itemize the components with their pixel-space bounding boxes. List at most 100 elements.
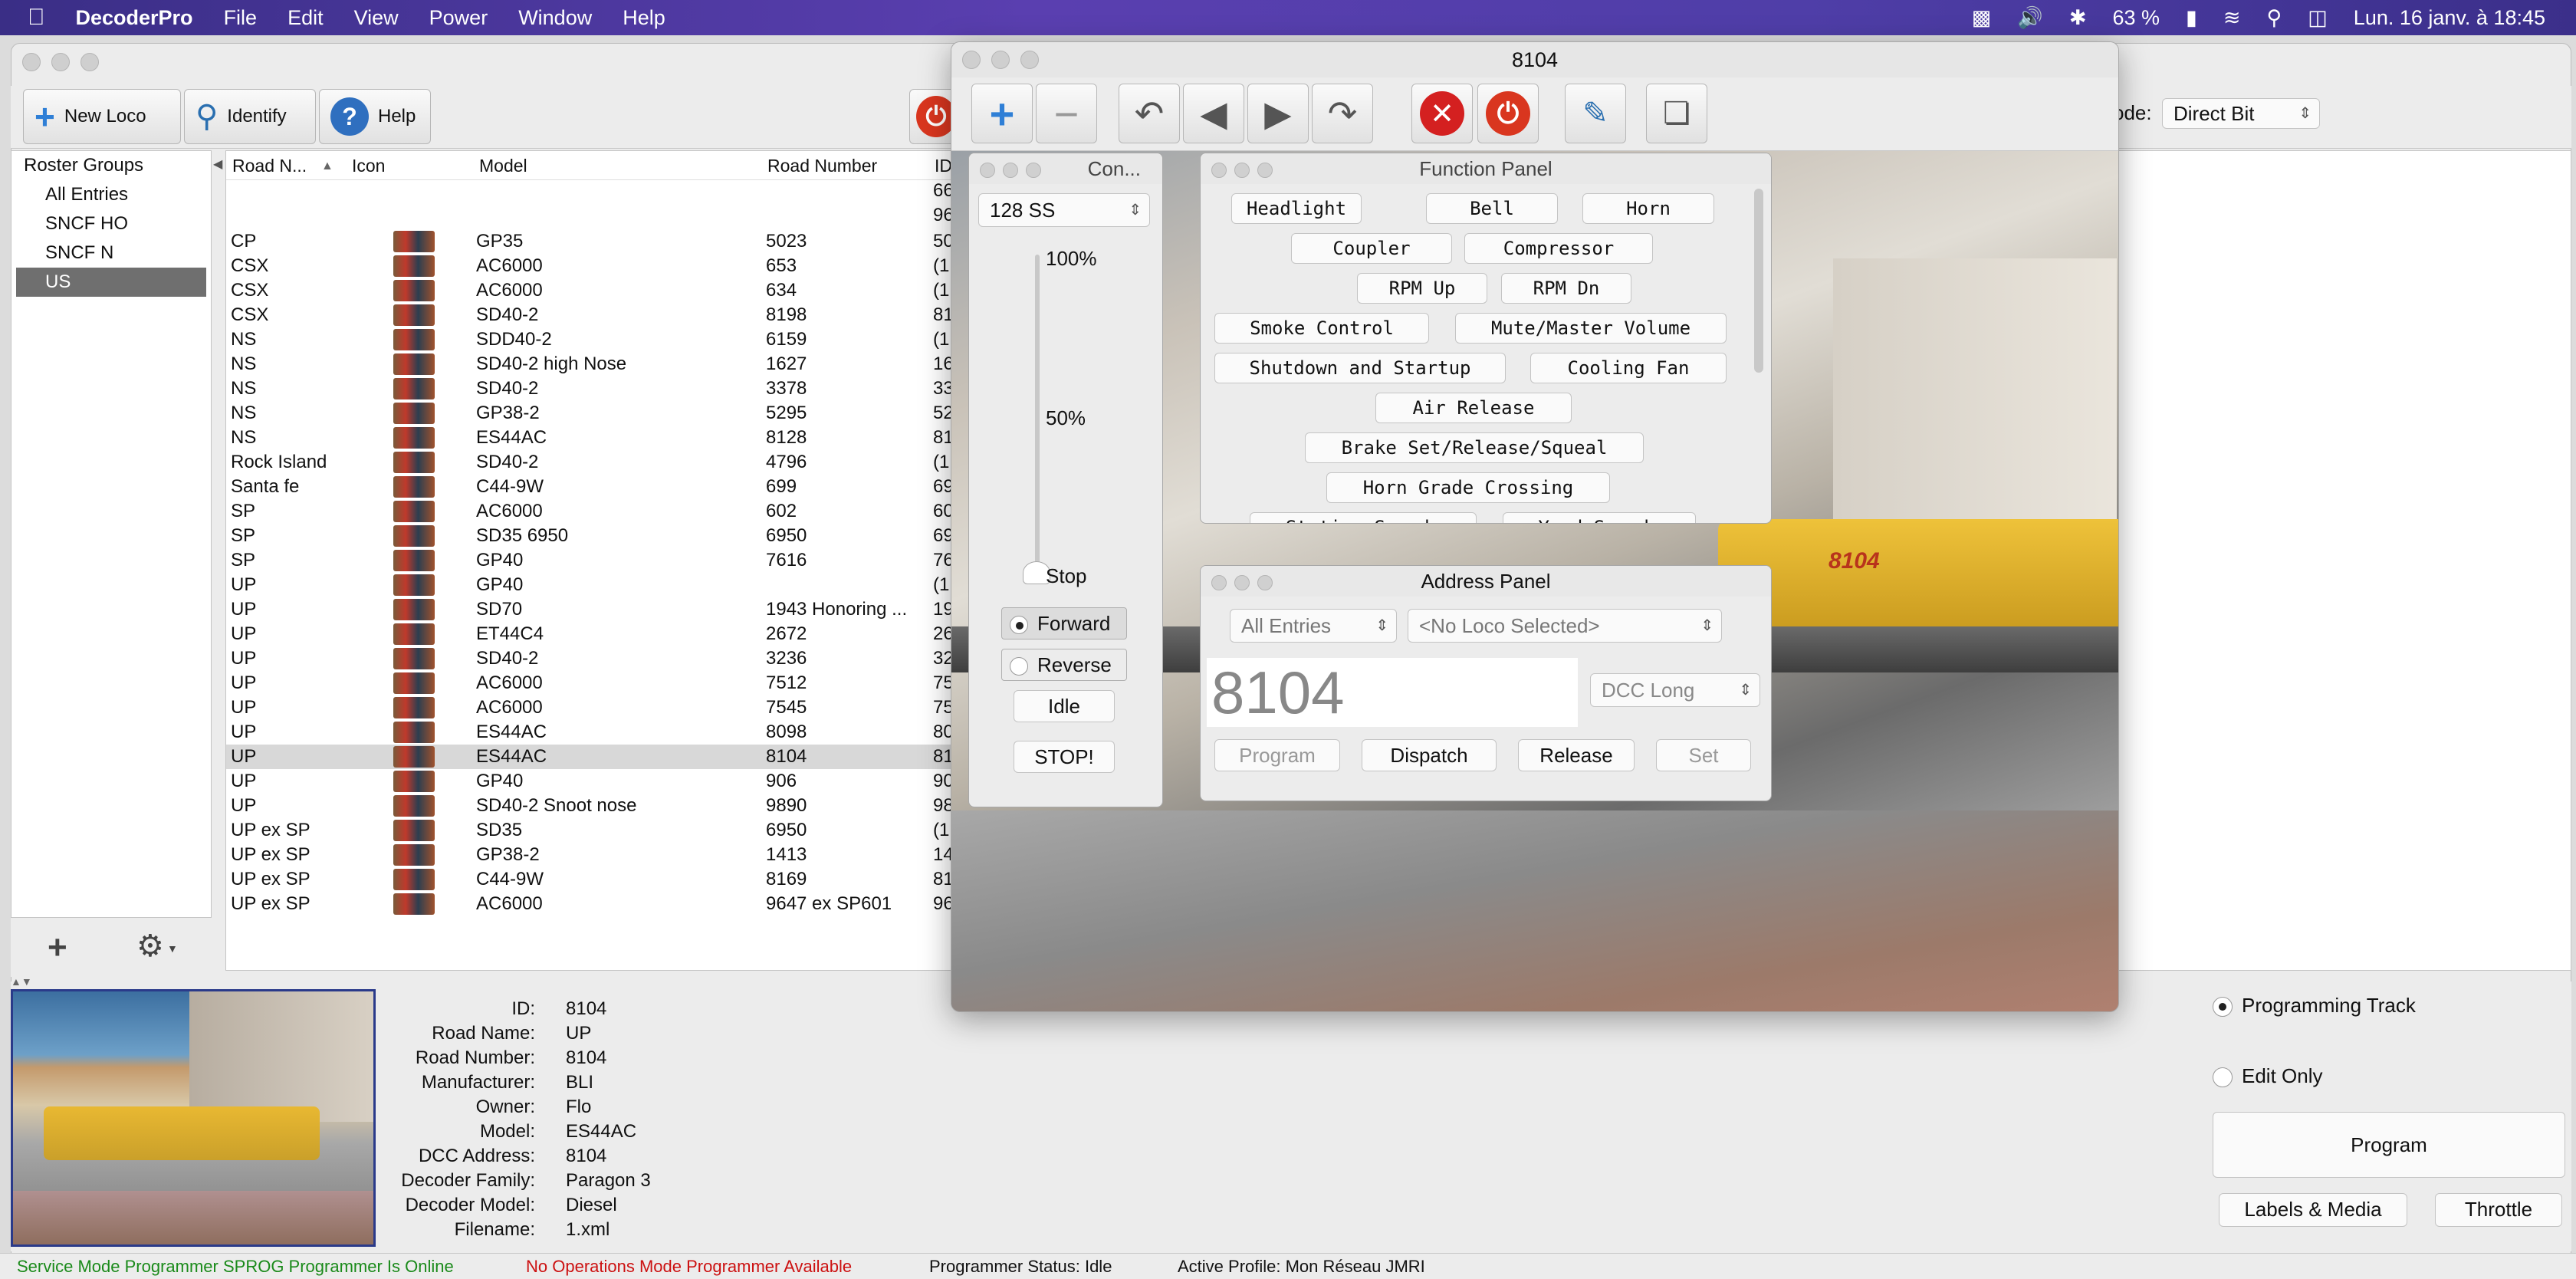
table-row[interactable]: NS GP38-2 5295 52 [226, 401, 951, 426]
menu-help[interactable]: Help [623, 6, 665, 30]
volume-icon[interactable]: 🔊 [2017, 5, 2043, 30]
wifi-icon[interactable]: ≋ [2223, 6, 2241, 30]
column-model[interactable]: Model [479, 156, 527, 176]
function-button-bell[interactable]: Bell [1426, 193, 1558, 224]
programming-mode-select[interactable]: Direct Bit ⇕ [2162, 98, 2320, 129]
table-row[interactable]: UP SD70 1943 Honoring ... 19 [226, 597, 951, 622]
minimize-window-button[interactable] [51, 53, 70, 71]
function-button-station-sounds[interactable]: Station Sounds [1250, 512, 1477, 523]
function-button-brake-set-release-squeal[interactable]: Brake Set/Release/Squeal [1305, 432, 1644, 463]
table-row[interactable]: NS SD40-2 high Nose 1627 16 [226, 352, 951, 376]
battery-icon[interactable]: ▮ [2186, 6, 2197, 30]
function-button-compressor[interactable]: Compressor [1464, 233, 1653, 264]
column-road-number[interactable]: Road Number [767, 156, 877, 176]
program-button[interactable]: Program [2213, 1112, 2565, 1178]
minimize-window-button[interactable] [991, 51, 1010, 69]
function-button-rpm-up[interactable]: RPM Up [1357, 273, 1487, 304]
table-row[interactable]: UP SD40-2 3236 32 [226, 646, 951, 671]
table-row[interactable]: CSX SD40-2 8198 81 [226, 303, 951, 327]
function-button-air-release[interactable]: Air Release [1375, 393, 1572, 423]
table-row[interactable]: SP SD35 6950 6950 69 [226, 524, 951, 548]
emergency-stop-icon[interactable]: ✕ [1411, 84, 1473, 143]
column-icon[interactable]: Icon [352, 156, 385, 176]
address-program-button[interactable]: Program [1214, 739, 1340, 771]
search-icon[interactable]: ⚲ [2267, 6, 2282, 30]
throttle-button[interactable]: Throttle [2435, 1193, 2562, 1227]
close-window-button[interactable] [962, 51, 981, 69]
address-input[interactable]: 8104 [1207, 658, 1578, 727]
function-button-mute-master-volume[interactable]: Mute/Master Volume [1455, 313, 1727, 344]
maximize-panel-button[interactable] [1026, 163, 1041, 178]
column-road-name[interactable]: Road N... [232, 156, 307, 176]
close-panel-button[interactable] [1211, 163, 1227, 178]
address-type-select[interactable]: DCC Long ⇕ [1590, 673, 1760, 707]
split-arrows-icon[interactable]: ▲▼ [11, 975, 32, 988]
table-row[interactable]: UP GP40 (1 [226, 573, 951, 597]
table-row[interactable]: UP ex SP GP38-2 1413 14 [226, 843, 951, 867]
menu-app-name[interactable]: DecoderPro [76, 6, 193, 30]
roster-filter-select[interactable]: All Entries ⇕ [1230, 609, 1397, 643]
next-icon[interactable]: ▶ [1247, 84, 1309, 143]
minimize-panel-button[interactable] [1234, 163, 1250, 178]
collapse-handle-icon[interactable]: ◀ [213, 156, 222, 172]
previous-all-icon[interactable]: ↶ [1119, 84, 1180, 143]
dispatch-button[interactable]: Dispatch [1362, 739, 1497, 771]
table-row[interactable]: Santa fe C44-9W 699 69 [226, 475, 951, 499]
clock[interactable]: Lun. 16 janv. à 18:45 [2354, 6, 2545, 30]
group-sncf-n[interactable]: SNCF N [12, 238, 211, 268]
menu-window[interactable]: Window [518, 6, 592, 30]
table-row[interactable]: SP AC6000 602 60 [226, 499, 951, 524]
menu-edit[interactable]: Edit [288, 6, 324, 30]
zoom-window-button[interactable] [1020, 51, 1039, 69]
group-sncf-ho[interactable]: SNCF HO [12, 209, 211, 238]
idle-button[interactable]: Idle [1014, 690, 1115, 722]
table-row[interactable]: Rock Island SD40-2 4796 (1 [226, 450, 951, 475]
function-button-coupler[interactable]: Coupler [1291, 233, 1452, 264]
function-button-smoke-control[interactable]: Smoke Control [1214, 313, 1429, 344]
table-row[interactable]: SP GP40 7616 76 [226, 548, 951, 573]
function-button-horn-grade-crossing[interactable]: Horn Grade Crossing [1326, 472, 1610, 503]
close-window-button[interactable] [22, 53, 41, 71]
programming-track-option[interactable]: Programming Track [2213, 994, 2416, 1018]
power-icon[interactable]: ⏻ [1477, 84, 1539, 143]
table-row[interactable]: CSX AC6000 634 (1 [226, 278, 951, 303]
table-row[interactable]: CP GP35 5023 50 [226, 229, 951, 254]
menu-view[interactable]: View [354, 6, 399, 30]
forward-option[interactable]: Forward [1001, 607, 1127, 640]
close-panel-button[interactable] [980, 163, 995, 178]
programming-track-radio[interactable] [2213, 997, 2233, 1018]
edit-only-option[interactable]: Edit Only [2213, 1064, 2323, 1088]
forward-radio[interactable] [1010, 616, 1028, 635]
column-id[interactable]: ID [935, 156, 951, 176]
previous-icon[interactable]: ◀ [1183, 84, 1244, 143]
function-button-headlight[interactable]: Headlight [1231, 193, 1362, 224]
help-button[interactable]: ? Help [319, 89, 431, 144]
table-row[interactable]: UP ex SP C44-9W 8169 81 [226, 867, 951, 892]
function-button-shutdown-and-startup[interactable]: Shutdown and Startup [1214, 353, 1506, 383]
labels-media-button[interactable]: Labels & Media [2219, 1193, 2407, 1227]
table-row[interactable]: UP ES44AC 8104 81 [226, 745, 951, 769]
loco-select[interactable]: <No Loco Selected> ⇕ [1408, 609, 1722, 643]
menu-file[interactable]: File [224, 6, 258, 30]
minimize-panel-button[interactable] [1234, 575, 1250, 590]
maximize-panel-button[interactable] [1257, 163, 1273, 178]
function-button-cooling-fan[interactable]: Cooling Fan [1530, 353, 1727, 383]
table-row[interactable]: NS ES44AC 8128 81 [226, 426, 951, 450]
stop-button[interactable]: STOP! [1014, 741, 1115, 773]
new-loco-button[interactable]: + New Loco [23, 89, 181, 144]
menu-power[interactable]: Power [429, 6, 488, 30]
apple-icon[interactable]:  [28, 5, 45, 31]
table-row[interactable]: NS SDD40-2 6159 (1 [226, 327, 951, 352]
table-row[interactable]: UP ET44C4 2672 26 [226, 622, 951, 646]
table-row[interactable]: UP AC6000 7545 75 [226, 695, 951, 720]
function-button-rpm-dn[interactable]: RPM Dn [1501, 273, 1631, 304]
group-all-entries[interactable]: All Entries [12, 180, 211, 209]
function-panel-scrollbar[interactable] [1754, 189, 1763, 373]
remove-throttle-icon[interactable]: − [1036, 84, 1097, 143]
function-button-horn[interactable]: Horn [1582, 193, 1714, 224]
speed-steps-select[interactable]: 128 SS ⇕ [978, 193, 1150, 227]
table-row[interactable]: UP SD40-2 Snoot nose 9890 98 [226, 794, 951, 818]
group-us[interactable]: US [16, 268, 206, 297]
notification-icon[interactable]: ▩ [1972, 6, 1992, 30]
table-row[interactable]: UP ES44AC 8098 80 [226, 720, 951, 745]
